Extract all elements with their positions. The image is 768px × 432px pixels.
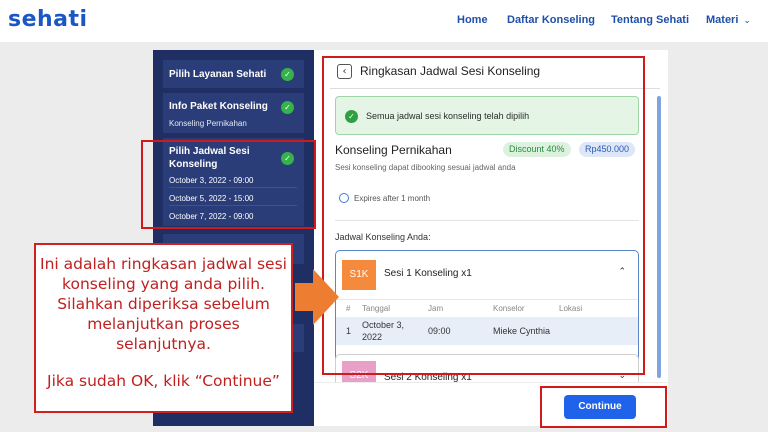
- highlight-box-summary: [322, 56, 645, 375]
- step-title: Pilih Layanan Sehati: [169, 69, 267, 80]
- top-navbar: sehati Home Daftar Konseling Tentang Seh…: [0, 0, 768, 42]
- step-pilih-layanan[interactable]: Pilih Layanan Sehati ✓: [163, 60, 304, 88]
- step-info-paket[interactable]: Info Paket Konseling Konseling Pernikaha…: [163, 93, 304, 133]
- callout-line: Jika sudah OK, klik “Continue”: [47, 372, 280, 390]
- check-icon: ✓: [281, 68, 294, 81]
- nav-tentang-sehati[interactable]: Tentang Sehati: [611, 14, 689, 26]
- highlight-box-continue: [540, 386, 667, 428]
- callout-line: selanjutnya.: [116, 335, 211, 353]
- tutorial-callout: Ini adalah ringkasan jadwal sesi konseli…: [34, 243, 293, 413]
- callout-line: konseling yang anda pilih.: [62, 275, 265, 293]
- nav-materi[interactable]: Materi ⌄: [706, 14, 751, 26]
- arrow-right-icon: [295, 269, 339, 325]
- step-subtitle: Konseling Pernikahan: [169, 119, 247, 128]
- nav-materi-label: Materi: [706, 14, 739, 26]
- chevron-down-icon: ⌄: [743, 15, 751, 25]
- callout-line: Ini adalah ringkasan jadwal sesi: [40, 255, 287, 273]
- nav-daftar-konseling[interactable]: Daftar Konseling: [507, 14, 595, 26]
- highlight-box-schedule: [141, 140, 316, 229]
- callout-line: Silahkan diperiksa sebelum: [57, 295, 270, 313]
- step-title: Info Paket Konseling: [169, 101, 268, 112]
- nav-home[interactable]: Home: [457, 14, 488, 26]
- scrollbar[interactable]: [657, 96, 661, 378]
- callout-line: melanjutkan proses: [87, 315, 240, 333]
- sehati-logo[interactable]: sehati: [8, 7, 88, 32]
- check-icon: ✓: [281, 101, 294, 114]
